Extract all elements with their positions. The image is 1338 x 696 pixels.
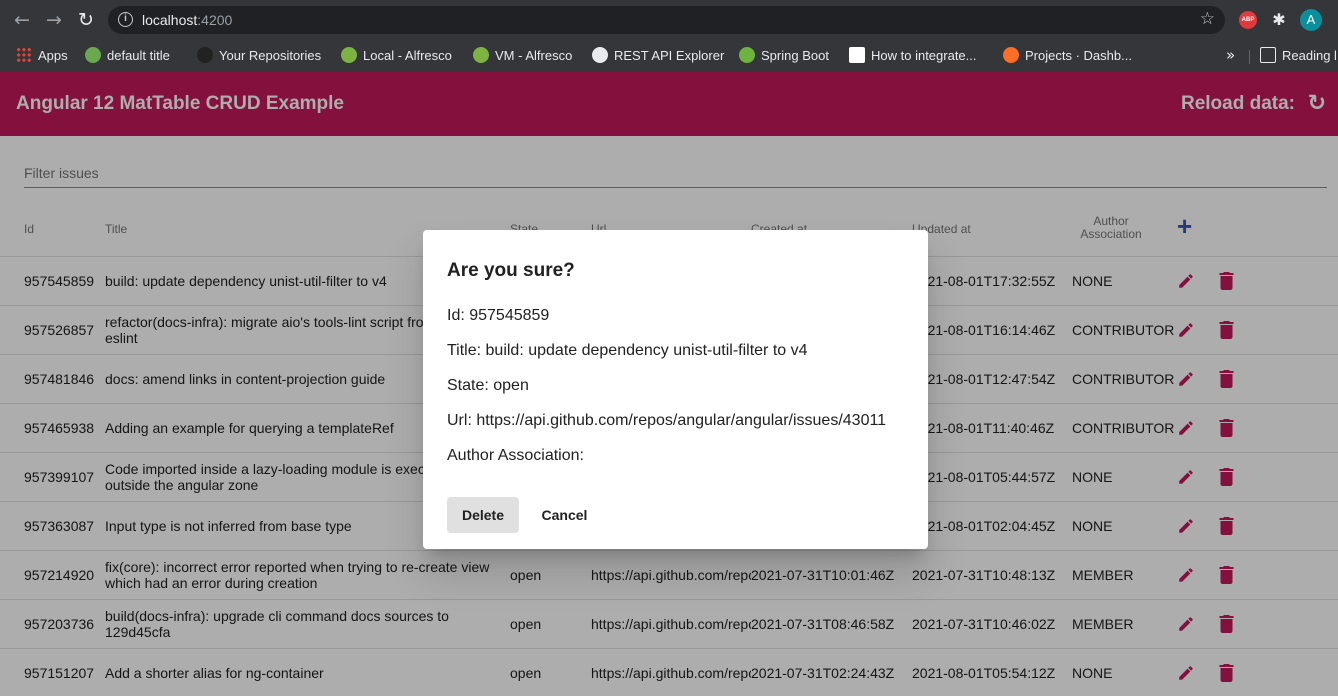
back-icon[interactable]: ← — [10, 8, 34, 32]
bookmark-spring-boot[interactable]: Spring Boot — [739, 46, 829, 66]
browser-address-bar: ← → ↻ i localhost:4200 ☆ ABP ✱ A — [0, 0, 1338, 40]
bookmark-how-to-integrate[interactable]: How to integrate... — [849, 46, 977, 66]
dialog-id: Id: 957545859 — [447, 307, 550, 324]
dialog-state: State: open — [447, 377, 529, 394]
puzzle-icon[interactable]: ✱ — [1270, 11, 1288, 29]
alfresco-icon — [341, 47, 357, 63]
spring-icon — [739, 47, 755, 63]
info-icon[interactable]: i — [118, 12, 133, 27]
avatar[interactable]: A — [1300, 9, 1322, 31]
bookmarks-overflow-icon[interactable]: » — [1226, 46, 1235, 64]
alfresco-icon — [473, 47, 489, 63]
dialog-url: Url: https://api.github.com/repos/angula… — [447, 412, 887, 429]
divider — [1249, 50, 1250, 64]
url-bar[interactable]: i localhost:4200 ☆ — [108, 6, 1225, 34]
bookmarks-bar: Apps default title Your Repositories Loc… — [0, 40, 1338, 72]
url-text[interactable]: localhost:4200 — [142, 12, 232, 28]
reading-list[interactable]: Reading l — [1260, 46, 1337, 66]
bookmark-projects-dashboard[interactable]: Projects · Dashb... — [1003, 46, 1132, 66]
dialog-title: Are you sure? — [447, 260, 575, 281]
bookmark-vm-alfresco[interactable]: VM - Alfresco — [473, 46, 572, 66]
cancel-button[interactable]: Cancel — [527, 497, 602, 533]
bookmark-rest-api-explorer[interactable]: REST API Explorer — [592, 46, 724, 66]
delete-button[interactable]: Delete — [447, 497, 519, 533]
apps-icon — [16, 47, 32, 63]
reading-list-icon — [1260, 47, 1276, 63]
bookmark-icon — [85, 47, 101, 63]
bookmark-local-alfresco[interactable]: Local - Alfresco — [341, 46, 452, 66]
reload-icon[interactable]: ↻ — [74, 8, 98, 32]
adblock-icon[interactable]: ABP — [1239, 11, 1257, 29]
globe-icon — [592, 47, 608, 63]
bookmark-apps[interactable]: Apps — [16, 46, 68, 66]
page-icon — [849, 47, 865, 63]
dialog-author-association: Author Association: — [447, 447, 584, 464]
gitlab-icon — [1003, 47, 1019, 63]
bookmark-your-repositories[interactable]: Your Repositories — [197, 46, 321, 66]
bookmark-default-title[interactable]: default title — [85, 46, 170, 66]
forward-icon[interactable]: → — [42, 8, 66, 32]
github-icon — [197, 47, 213, 63]
delete-confirm-dialog: Are you sure? Id: 957545859 Title: build… — [423, 230, 928, 549]
star-icon[interactable]: ☆ — [1200, 9, 1215, 29]
dialog-issue-title: Title: build: update dependency unist-ut… — [447, 342, 808, 359]
